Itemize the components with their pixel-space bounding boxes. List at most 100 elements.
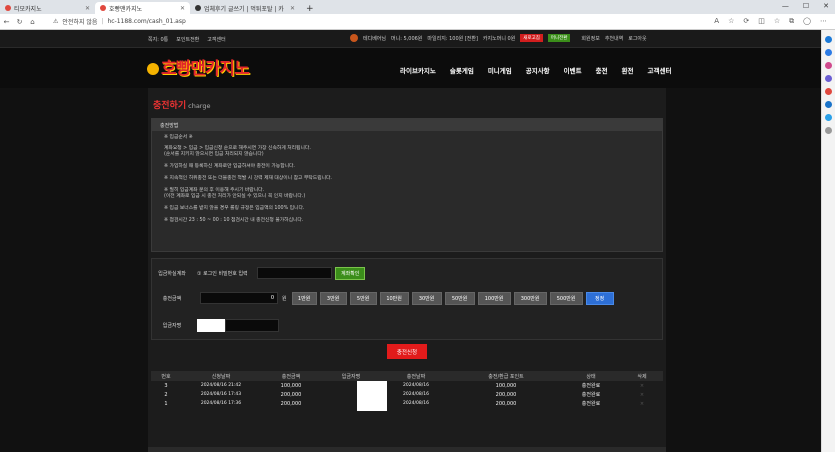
depositor-masked-cell [357,381,387,411]
site-topbar: 쪽지: 0통 포인트전환 고객센터 테디베어님 머니: 5,006원 마일리지:… [0,30,821,48]
amount-10k-button[interactable]: 1만원 [291,291,317,305]
drop-icon[interactable] [825,114,832,121]
points-display[interactable]: 마일리지: 100원 [전환] [427,35,478,42]
message-link[interactable]: 쪽지: 0통 [148,36,168,43]
tools-icon[interactable] [825,62,832,69]
address-bar-row: ← ↻ ⌂ ⚠ 안전하지 않음 | hc-1188.com/cash_01.as… [0,14,835,30]
tab-title: 티모카지노 [14,5,42,13]
close-window-icon[interactable]: ✕ [823,2,829,10]
notice-line: ※ 점검시간 23 : 50 ~ 00 : 10 점검시간 내 충전신청 불가하… [164,218,304,223]
footer-strip [148,447,666,452]
charge-form: 입금하실계좌 ① 로그인 비밀번호 입력 계좌확인 충전금액 0 원 1만원 3… [151,258,663,340]
url-text: hc-1188.com/cash_01.asp [107,18,186,25]
notice-line: ※ 입금순서 ※ [164,135,193,140]
site-header: 호빵맨카지노 라이브카지노 슬롯게임 미니게임 공지사항 이벤트 충전 환전 고… [0,48,821,88]
copilot-icon[interactable] [825,36,832,43]
favorite-star-icon[interactable]: ☆ [728,17,734,26]
depositor-row: 입금자명 [152,315,279,335]
browser-tab-strip: 티모카지노 ✕ 호빵맨카지노 ✕ 업체후기 글쓰기 | 먹튀포탈 | 카... … [0,0,835,14]
point-exchange-link[interactable]: 포인트전환 [176,36,199,43]
referral-link[interactable]: 추천내역 [605,35,623,42]
tab-close-icon[interactable]: ✕ [85,5,90,12]
table-header: 번호 신청날짜 충전금액 입금자명 충전날짜 충전/환급 포인트 상태 삭제 [151,371,663,381]
menu-live-casino[interactable]: 라이브카지노 [400,65,436,75]
maximize-icon[interactable]: ☐ [803,2,809,10]
more-icon[interactable]: ⋯ [820,17,827,26]
refresh-page-icon[interactable]: ⟳ [743,17,749,26]
amount-500k-button[interactable]: 50만원 [444,291,475,305]
logout-link[interactable]: 로그아웃 [628,35,646,42]
delete-icon[interactable]: × [621,383,663,389]
reset-button[interactable]: 정정 [585,291,614,305]
tab-close-icon[interactable]: ✕ [290,5,295,12]
support-link[interactable]: 고객센터 [207,36,225,43]
new-tab-button[interactable]: + [300,4,320,14]
menu-charge[interactable]: 충전 [596,65,608,75]
tab-favicon-icon [195,5,201,11]
menu-mini-game[interactable]: 미니게임 [488,65,512,75]
casino-money: 카지노머니 0원 [482,35,516,42]
home-icon[interactable]: ⌂ [26,18,39,26]
amount-1m-button[interactable]: 100만원 [477,291,511,305]
amount-50k-button[interactable]: 5만원 [349,291,377,305]
depositor-name-masked [197,318,225,332]
member-info-link[interactable]: 회원정보 [581,35,599,42]
amount-5m-button[interactable]: 500만원 [549,291,583,305]
browser-tab-3[interactable]: 업체후기 글쓰기 | 먹튀포탈 | 카... ✕ [190,2,300,14]
amount-300k-button[interactable]: 30만원 [411,291,442,305]
tab-close-icon[interactable]: ✕ [180,5,185,12]
shopping-icon[interactable] [825,49,832,56]
password-prompt: ① 로그인 비밀번호 입력 [197,270,248,277]
charge-panel: 충전하기 charge 충전방법 ※ 입금순서 ※ 계좌요청 > 입금 > 입금신… [148,88,666,452]
menu-notice[interactable]: 공지사항 [526,65,550,75]
browser-tab-1[interactable]: 티모카지노 ✕ [0,2,95,14]
office-icon[interactable] [825,88,832,95]
instructions-header: 충전방법 [152,119,662,131]
games-icon[interactable] [825,75,832,82]
notice-line: ※ 가입하실 때 등록하신 계좌로만 입금하셔야 충전이 가능합니다. [164,164,295,169]
charge-submit-button[interactable]: 충전신청 [387,344,427,359]
account-check-button[interactable]: 계좌확인 [335,266,366,280]
menu-event[interactable]: 이벤트 [564,65,582,75]
url-field[interactable]: ⚠ 안전하지 않음 | hc-1188.com/cash_01.asp [53,16,673,27]
profile-icon[interactable]: ◯ [803,17,811,26]
menu-support[interactable]: 고객센터 [648,65,672,75]
collections-icon[interactable]: ⧉ [789,17,794,26]
favorites-icon[interactable]: ☆ [774,17,780,26]
refresh-button[interactable]: 새로고침 [520,34,543,42]
amount-100k-button[interactable]: 10만원 [379,291,409,305]
back-icon[interactable]: ← [0,18,13,26]
outlook-icon[interactable] [825,101,832,108]
notice-line: (이전 계좌로 입금 시 충전 처리가 안되실 수 있으니 꼭 인지 바랍니다.… [164,194,306,199]
delete-icon[interactable]: × [621,392,663,398]
notice-line: ※ 지속적인 허위충전 또는 더블충전 적발 시 강력 제재 대상이니 참고 부… [164,176,332,181]
amount-input[interactable]: 0 [200,292,278,304]
money-exchange-button[interactable]: 머니전환 [547,34,571,42]
refresh-icon[interactable]: ↻ [13,18,26,26]
password-input[interactable] [257,267,332,279]
menu-exchange[interactable]: 환전 [622,65,634,75]
website: 쪽지: 0통 포인트전환 고객센터 테디베어님 머니: 5,006원 마일리지:… [0,30,821,452]
depositor-input[interactable] [197,318,279,332]
page-title: 충전하기 charge [153,101,211,111]
tab-title: 호빵맨카지노 [109,5,143,13]
browser-toolbar: A ☆ ⟳ ◫ ☆ ⧉ ◯ ⋯ [714,17,827,26]
amount-row: 충전금액 0 원 1만원 3만원 5만원 10만원 30만원 50만원 100만… [152,288,614,308]
charge-history-table: 번호 신청날짜 충전금액 입금자명 충전날짜 충전/환급 포인트 상태 삭제 3… [151,371,663,411]
minimize-icon[interactable]: — [782,2,789,10]
tab-title: 업체후기 글쓰기 | 먹튀포탈 | 카... [204,5,284,13]
amount-3m-button[interactable]: 300만원 [513,291,547,305]
site-logo[interactable]: 호빵맨카지노 [147,54,250,79]
delete-icon[interactable]: × [621,401,663,407]
warning-icon: ⚠ [53,18,59,25]
amount-30k-button[interactable]: 3만원 [319,291,347,305]
notice-line: (순서를 지키지 않으시면 입금 처리되지 않습니다) [164,152,264,157]
browser-tab-2[interactable]: 호빵맨카지노 ✕ [95,2,190,14]
depositor-label: 입금자명 [162,322,182,329]
amount-label: 충전금액 [162,295,182,302]
menu-slot[interactable]: 슬롯게임 [450,65,474,75]
read-aloud-icon[interactable]: A [714,17,719,26]
add-icon[interactable] [825,127,832,134]
split-icon[interactable]: ◫ [758,17,765,26]
amount-buttons: 1만원 3만원 5만원 10만원 30만원 50만원 100만원 300만원 5… [291,291,614,305]
